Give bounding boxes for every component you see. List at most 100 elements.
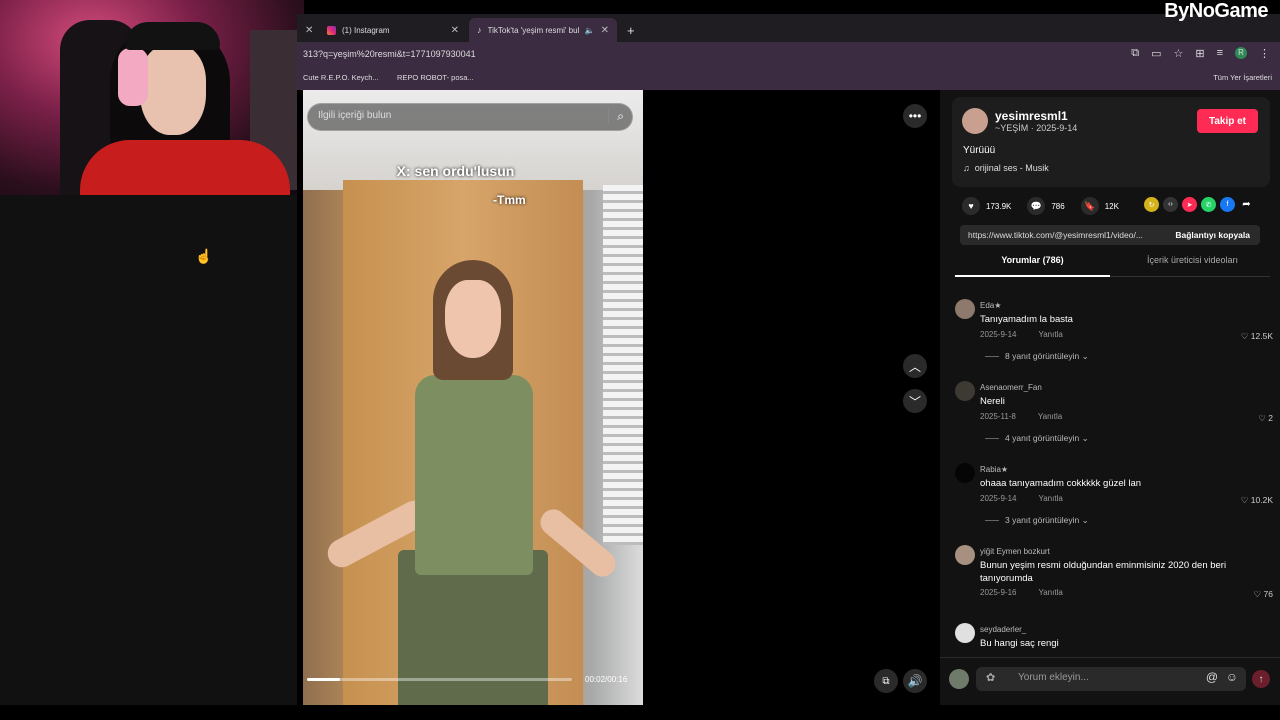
cast-icon[interactable]: ▭ [1151, 47, 1161, 60]
video-caption: X: sen ordu'lusun [396, 163, 515, 179]
comment-username[interactable]: Eda★ [980, 301, 1001, 310]
user-avatar[interactable] [949, 669, 969, 689]
reply-button[interactable]: Yanıtla [1038, 412, 1062, 421]
comment-icon[interactable]: 💬 [1027, 197, 1046, 215]
like-count: 76 [1263, 589, 1273, 599]
comment-username[interactable]: Rabia★ [980, 465, 1008, 474]
chevron-down-icon[interactable]: ﹀ [903, 389, 927, 413]
commenter-avatar[interactable] [955, 381, 975, 401]
comment-text: Bu hangi saç rengi [980, 638, 1059, 649]
creator-subline: ~YEŞİM · 2025-9-14 [995, 123, 1078, 133]
send-icon[interactable]: ➤ [1182, 197, 1197, 212]
bookmark-icon[interactable]: 🔖 [1080, 197, 1099, 215]
extensions-icon[interactable]: ⊞ [1195, 47, 1204, 60]
reply-button[interactable]: Yanıtla [1038, 588, 1062, 597]
commenter-avatar[interactable] [955, 463, 975, 483]
video-player[interactable]: X: sen ordu'lusun -Tmm [303, 90, 643, 705]
view-replies-button[interactable]: 3 yanıt görüntüleyin ⌄ [985, 515, 1089, 526]
menu-icon[interactable]: ⋮ [1259, 47, 1270, 60]
link-box: https://www.tiktok.com/@yesimresml1/vide… [960, 225, 1260, 245]
bookmark-item[interactable]: REPO ROBOT- posa... [397, 73, 474, 82]
comment-likes[interactable]: ♡ 10.2K [1241, 495, 1273, 506]
reply-button[interactable]: Yanıtla [1038, 330, 1062, 339]
video-time: 00:02/00:16 [585, 675, 628, 684]
close-icon[interactable]: ✕ [451, 25, 459, 36]
repost-icon[interactable]: ↻ [1144, 197, 1159, 212]
heart-icon[interactable]: ♥ [962, 197, 980, 215]
translate-icon[interactable]: ⧉ [1131, 47, 1139, 60]
tab-tiktok[interactable]: ♪ TikTok'ta 'yeşim resmi' bula 🔈 ✕ [469, 18, 617, 42]
instagram-icon [327, 25, 336, 35]
post-link[interactable]: https://www.tiktok.com/@yesimresml1/vide… [968, 230, 1143, 240]
whatsapp-icon[interactable]: ✆ [1201, 197, 1216, 212]
picture-in-picture-icon[interactable]: ⧉ [874, 669, 898, 693]
video-progress-track[interactable] [307, 678, 572, 681]
tab-comments[interactable]: Yorumlar (786) [955, 255, 1110, 277]
embed-icon[interactable]: ‹› [1163, 197, 1178, 212]
likes-count: 173.9K [986, 201, 1012, 211]
video-progress-fill [307, 678, 340, 681]
comment-item: yiğit Eymen bozkurt Bunun yeşim resmi ol… [955, 545, 1275, 605]
bookmarks-bar: Cute R.E.P.O. Keych... REPO ROBOT- posa.… [297, 68, 1280, 90]
heart-outline-icon: ♡ [1258, 413, 1266, 423]
browser-tab-bar: ✕ (1) Instagram ✕ ♪ TikTok'ta 'yeşim res… [297, 14, 1280, 42]
mention-icon[interactable]: @ [1206, 670, 1218, 684]
chevron-down-icon: ⌄ [1081, 433, 1089, 443]
comment-meta: 2025-9-14 Yanıtla [980, 494, 1063, 503]
sticker-icon[interactable]: ✿ [986, 671, 995, 684]
commenter-avatar[interactable] [955, 299, 975, 319]
video-caption-reply: -Tmm [493, 193, 526, 207]
music-label[interactable]: ♫ orijinal ses - Musik [963, 163, 1049, 173]
comment-meta: 2025-9-14 Yanıtla [980, 330, 1063, 339]
emoji-icon[interactable]: ☺ [1226, 670, 1238, 684]
new-tab-button[interactable]: + [619, 18, 643, 42]
bynogame-logo: ByNoGame [1164, 0, 1268, 22]
media-icon[interactable]: ≡ [1217, 47, 1223, 60]
tab-instagram[interactable]: (1) Instagram ✕ [319, 18, 467, 42]
comment-username[interactable]: Asenaomerr_Fan [980, 383, 1042, 392]
view-replies-button[interactable]: 8 yanıt görüntüleyin ⌄ [985, 351, 1089, 362]
creator-avatar[interactable] [962, 108, 988, 134]
comment-input[interactable] [1018, 672, 1188, 683]
ellipsis-icon[interactable]: ••• [903, 104, 927, 128]
reply-button[interactable]: Yanıtla [1038, 494, 1062, 503]
comment-date: 2025-9-14 [980, 494, 1017, 503]
share-icon[interactable]: ➦ [1239, 197, 1254, 212]
view-replies-button[interactable]: 4 yanıt görüntüleyin ⌄ [985, 433, 1089, 444]
commenter-avatar[interactable] [955, 623, 975, 643]
send-arrow-icon[interactable]: ↑ [1252, 670, 1270, 688]
streamer-shirt [80, 140, 290, 195]
comment-username[interactable]: yiğit Eymen bozkurt [980, 547, 1050, 556]
close-icon[interactable]: ✕ [601, 25, 609, 36]
comment-likes[interactable]: ♡ 2 [1258, 413, 1273, 424]
comment-date: 2025-9-16 [980, 588, 1017, 597]
comment-text: Bunun yeşim resmi olduğundan eminmisiniz… [980, 560, 1227, 584]
creator-username[interactable]: yesimresml1 [995, 109, 1068, 123]
follow-button[interactable]: Takip et [1197, 109, 1258, 133]
chevron-up-icon[interactable]: ︿ [903, 354, 927, 378]
person-face [445, 280, 501, 358]
left-empty-pane [0, 195, 297, 705]
search-icon[interactable]: ⌕ [608, 109, 624, 124]
comment-item: Asenaomerr_Fan Nereli 2025-11-8 Yanıtla ♡… [955, 381, 1275, 446]
headphones [118, 48, 148, 106]
comment-input-box: ✿ @ ☺ [976, 667, 1246, 691]
share-row: ↻ ‹› ➤ ✆ f ➦ [1144, 197, 1254, 212]
comment-likes[interactable]: ♡ 76 [1254, 589, 1273, 600]
all-bookmarks[interactable]: Tüm Yer İşaretleri [1213, 73, 1272, 82]
search-input[interactable] [318, 110, 588, 121]
star-icon[interactable]: ☆ [1173, 47, 1183, 60]
panel-tabs: Yorumlar (786) İçerik üreticisi videolar… [955, 255, 1270, 277]
tab-creator-videos[interactable]: İçerik üreticisi videoları [1115, 255, 1270, 277]
volume-icon[interactable]: 🔊 [903, 669, 927, 693]
comment-username[interactable]: seydaderler_ [980, 625, 1026, 634]
tab-close-partial[interactable]: ✕ [297, 18, 321, 42]
post-description: Yürüüü [963, 145, 996, 156]
facebook-icon[interactable]: f [1220, 197, 1235, 212]
profile-icon[interactable]: R [1235, 47, 1247, 59]
url-input[interactable]: 313?q=yeşim%20resmi&t=1771097930041 [303, 49, 476, 59]
commenter-avatar[interactable] [955, 545, 975, 565]
comment-likes[interactable]: ♡ 12.5K [1241, 331, 1273, 342]
bookmark-item[interactable]: Cute R.E.P.O. Keych... [303, 73, 379, 82]
copy-link-button[interactable]: Bağlantıyı kopyala [1175, 230, 1250, 240]
